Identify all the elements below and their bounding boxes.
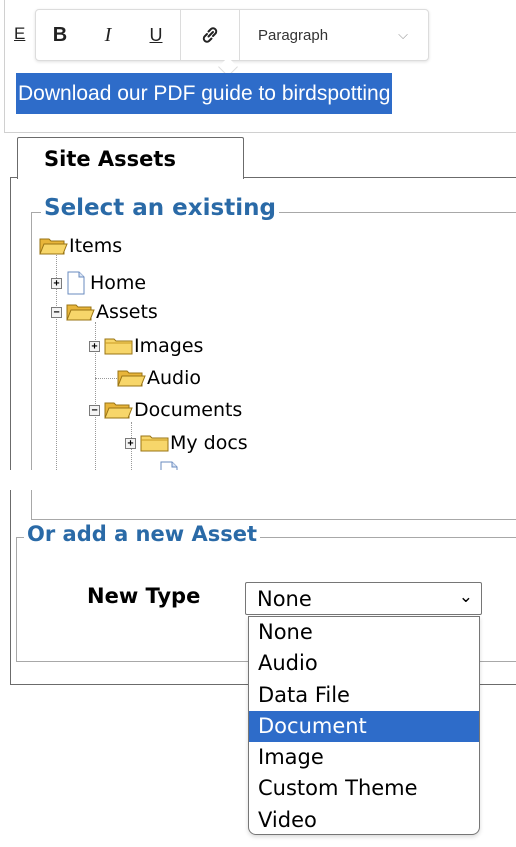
option-image[interactable]: Image — [249, 742, 479, 773]
tree-item-label: Images — [134, 335, 204, 357]
link-button[interactable] — [181, 10, 239, 60]
option-data-file[interactable]: Data File — [249, 680, 479, 711]
folder-icon — [140, 433, 169, 453]
bold-button[interactable]: B — [36, 10, 84, 60]
tree-item-label: Documents — [134, 399, 243, 421]
new-type-value: None — [257, 587, 312, 611]
expand-icon[interactable]: + — [89, 340, 100, 352]
new-type-select[interactable]: None ⌄ — [245, 582, 482, 615]
folder-open-icon — [117, 368, 146, 388]
tree-item-label: Audio — [147, 367, 202, 389]
folder-open-icon — [104, 400, 133, 420]
folder-open-icon — [66, 302, 95, 322]
tab-site-assets[interactable]: Site Assets — [17, 137, 244, 179]
editor-text-fragment: E — [14, 24, 26, 43]
chevron-down-icon: ⌄ — [458, 587, 473, 607]
tree-item-assets[interactable]: − Assets — [51, 299, 158, 325]
tree-item-items[interactable]: Items — [39, 233, 122, 259]
collapse-icon[interactable]: − — [89, 404, 100, 416]
tree-item-label: Assets — [96, 301, 158, 323]
tree-item-home[interactable]: + Home — [51, 270, 146, 296]
tree-item-images[interactable]: + Images — [89, 333, 203, 359]
document-icon — [159, 461, 179, 470]
tree-item-audio[interactable]: Audio — [117, 365, 201, 391]
italic-button[interactable]: I — [84, 10, 132, 60]
tree-connector — [95, 378, 117, 379]
expand-icon[interactable]: + — [51, 277, 62, 289]
asset-tree: Items + Home − Assets + Images Audio − D… — [32, 230, 516, 470]
option-video[interactable]: Video — [249, 805, 479, 834]
block-format-value: Paragraph — [258, 26, 329, 44]
tree-item-partial[interactable] — [159, 460, 179, 470]
option-document[interactable]: Document — [249, 710, 479, 743]
tree-item-label: My docs — [170, 432, 248, 454]
tree-item-my-docs[interactable]: + My docs — [125, 430, 248, 456]
option-custom-theme[interactable]: Custom Theme — [249, 773, 479, 804]
folder-open-icon — [39, 236, 68, 256]
inline-format-toolbar: B I U Paragraph ⌵ — [35, 9, 429, 61]
expand-icon[interactable]: + — [125, 437, 136, 449]
chevron-down-icon: ⌵ — [398, 27, 408, 42]
tree-item-label: Home — [90, 272, 147, 294]
selected-text[interactable]: Download our PDF guide to birdspotting — [16, 73, 393, 114]
option-audio[interactable]: Audio — [249, 648, 479, 679]
new-type-label: New Type — [87, 584, 201, 608]
collapse-icon[interactable]: − — [51, 306, 62, 318]
link-icon — [202, 27, 218, 43]
tree-item-documents[interactable]: − Documents — [89, 397, 242, 423]
block-format-dropdown[interactable]: Paragraph ⌵ — [240, 10, 428, 60]
document-icon — [66, 271, 86, 295]
add-new-asset-legend: Or add a new Asset — [24, 522, 260, 546]
tree-item-label: Items — [69, 235, 123, 257]
tree-scroll-gap — [10, 470, 516, 490]
option-none[interactable]: None — [249, 617, 479, 648]
new-type-options-list: None Audio Data File Document Image Cust… — [248, 616, 480, 835]
folder-icon — [104, 336, 133, 356]
underline-button[interactable]: U — [132, 10, 180, 60]
select-existing-legend: Select an existing — [41, 195, 279, 221]
